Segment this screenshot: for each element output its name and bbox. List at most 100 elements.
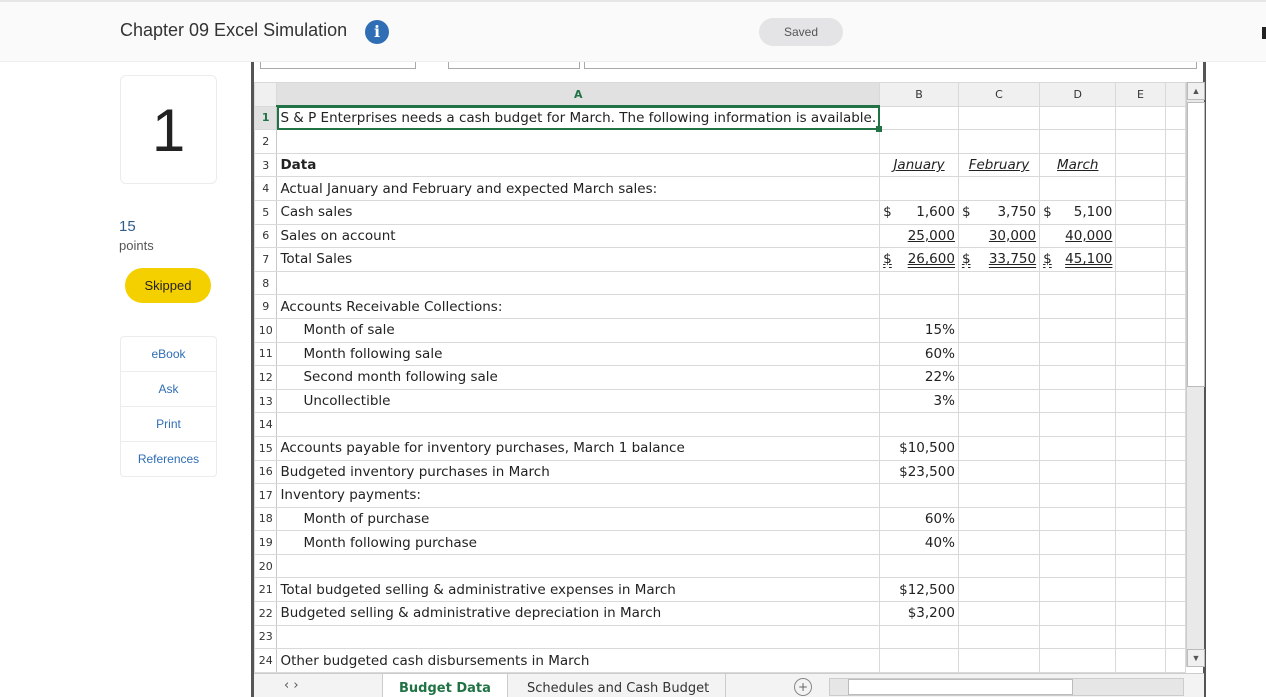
cell-c20[interactable] — [957, 553, 1041, 579]
cell-a10[interactable]: Month of sale — [276, 317, 881, 343]
row-header[interactable]: 8 — [253, 270, 278, 296]
cell-d16[interactable] — [1039, 459, 1117, 485]
cell-e5[interactable] — [1115, 199, 1166, 225]
row-header[interactable]: 4 — [253, 176, 278, 201]
row-header[interactable]: 10 — [253, 317, 278, 343]
cell-a14[interactable] — [276, 412, 881, 437]
cell-d22[interactable] — [1039, 601, 1117, 626]
cell-b20[interactable] — [879, 553, 959, 579]
cell-a11[interactable]: Month following sale — [276, 341, 881, 367]
tab-nav-arrows[interactable]: ‹ › — [284, 678, 299, 693]
cell-b19[interactable]: 40% — [879, 530, 959, 555]
cell-e20[interactable] — [1115, 553, 1166, 579]
row-header[interactable]: 23 — [253, 624, 278, 650]
cell-f21[interactable] — [1164, 577, 1187, 603]
cell-c3[interactable]: February — [957, 152, 1041, 178]
row-header[interactable]: 18 — [253, 506, 278, 532]
column-header-a[interactable]: A — [276, 82, 881, 108]
row-header[interactable]: 1 — [253, 105, 278, 131]
name-box[interactable] — [260, 62, 416, 69]
tab-budget-data[interactable]: Budget Data — [382, 674, 508, 697]
row-header[interactable]: 5 — [253, 199, 278, 225]
cell-d19[interactable] — [1039, 530, 1117, 555]
cell-c15[interactable] — [957, 435, 1041, 461]
cell-d11[interactable] — [1039, 341, 1117, 367]
cell-f6[interactable] — [1164, 223, 1187, 249]
cell-c2[interactable] — [957, 129, 1041, 154]
cell-c10[interactable] — [957, 317, 1041, 343]
cell-b17[interactable] — [879, 483, 959, 508]
column-header-b[interactable]: B — [879, 82, 959, 107]
cell-f17[interactable] — [1164, 483, 1187, 508]
cell-e16[interactable] — [1115, 459, 1166, 485]
cell-c21[interactable] — [957, 577, 1041, 603]
cell-d21[interactable] — [1039, 577, 1117, 603]
cell-b9[interactable] — [879, 294, 959, 319]
cell-b12[interactable]: 22% — [879, 365, 959, 390]
row-header[interactable]: 24 — [253, 648, 278, 673]
cell-b22[interactable]: $3,200 — [879, 601, 959, 626]
cell-f13[interactable] — [1164, 388, 1187, 414]
cell-c17[interactable] — [957, 483, 1041, 508]
cell-e6[interactable] — [1115, 223, 1166, 249]
cell-b5[interactable]: $1,600 — [879, 199, 959, 225]
cell-a16[interactable]: Budgeted inventory purchases in March — [276, 459, 881, 485]
cell-e15[interactable] — [1115, 435, 1166, 461]
cell-e10[interactable] — [1115, 317, 1166, 343]
info-icon[interactable]: i — [365, 20, 389, 44]
cell-e17[interactable] — [1115, 483, 1166, 508]
cell-b23[interactable] — [879, 624, 959, 650]
cell-f23[interactable] — [1164, 624, 1187, 650]
cell-f20[interactable] — [1164, 553, 1187, 579]
cell-e4[interactable] — [1115, 176, 1166, 201]
cell-c16[interactable] — [957, 459, 1041, 485]
cell-e2[interactable] — [1115, 129, 1166, 154]
cell-c23[interactable] — [957, 624, 1041, 650]
cell-c12[interactable] — [957, 365, 1041, 390]
row-header[interactable]: 7 — [253, 247, 278, 272]
cell-f11[interactable] — [1164, 341, 1187, 367]
horizontal-scroll-thumb[interactable] — [848, 679, 1073, 695]
cell-b1[interactable] — [879, 105, 959, 131]
row-header[interactable]: 2 — [253, 129, 278, 154]
cell-a22[interactable]: Budgeted selling & administrative deprec… — [276, 601, 881, 626]
cell-a18[interactable]: Month of purchase — [276, 506, 881, 532]
cell-a6[interactable]: Sales on account — [276, 223, 881, 249]
row-header[interactable]: 9 — [253, 294, 278, 319]
cell-f24[interactable] — [1164, 648, 1187, 673]
cell-f5[interactable] — [1164, 199, 1187, 225]
cell-e13[interactable] — [1115, 388, 1166, 414]
row-header[interactable]: 15 — [253, 435, 278, 461]
cell-a9[interactable]: Accounts Receivable Collections: — [276, 294, 881, 319]
cell-e19[interactable] — [1115, 530, 1166, 555]
cell-f2[interactable] — [1164, 129, 1187, 154]
cell-d12[interactable] — [1039, 365, 1117, 390]
print-link[interactable]: Print — [121, 407, 216, 442]
column-header-d[interactable]: D — [1039, 82, 1117, 107]
cell-b8[interactable] — [879, 270, 959, 296]
cell-b21[interactable]: $12,500 — [879, 577, 959, 603]
cell-b2[interactable] — [879, 129, 959, 154]
cell-b15[interactable]: $10,500 — [879, 435, 959, 461]
cell-d24[interactable] — [1039, 648, 1117, 673]
cell-e21[interactable] — [1115, 577, 1166, 603]
cell-b11[interactable]: 60% — [879, 341, 959, 367]
cell-f14[interactable] — [1164, 412, 1187, 437]
row-header[interactable]: 12 — [253, 365, 278, 390]
cell-f15[interactable] — [1164, 435, 1187, 461]
ask-link[interactable]: Ask — [121, 372, 216, 407]
cell-f4[interactable] — [1164, 176, 1187, 201]
cell-f12[interactable] — [1164, 365, 1187, 390]
cell-c4[interactable] — [957, 176, 1041, 201]
row-header[interactable]: 17 — [253, 483, 278, 508]
cell-a24[interactable]: Other budgeted cash disbursements in Mar… — [276, 648, 881, 673]
column-header-f[interactable] — [1164, 82, 1187, 107]
cell-b10[interactable]: 15% — [879, 317, 959, 343]
cell-a5[interactable]: Cash sales — [276, 199, 881, 225]
cell-d23[interactable] — [1039, 624, 1117, 650]
cell-f8[interactable] — [1164, 270, 1187, 296]
cell-a12[interactable]: Second month following sale — [276, 365, 881, 390]
row-header[interactable]: 20 — [253, 553, 278, 579]
cell-f16[interactable] — [1164, 459, 1187, 485]
function-box[interactable] — [448, 62, 580, 69]
